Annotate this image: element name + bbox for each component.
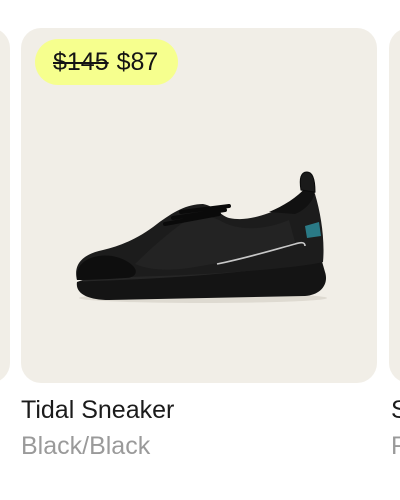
next-product-color: F [391,432,400,460]
sale-price: $87 [116,47,159,76]
price-badge: $145 $87 [35,39,179,85]
sneaker-image[interactable] [69,154,329,304]
original-price: $145 [53,47,109,76]
previous-product-card[interactable] [0,28,10,383]
next-product-card[interactable] [389,28,400,383]
product-name[interactable]: Tidal Sneaker [21,396,174,425]
product-color: Black/Black [21,432,151,460]
product-card[interactable]: $145 $87 [21,28,377,383]
product-carousel[interactable]: $145 $87 Tidal Sneaker Black/Black S F [0,0,400,500]
next-product-name[interactable]: S [391,396,400,425]
